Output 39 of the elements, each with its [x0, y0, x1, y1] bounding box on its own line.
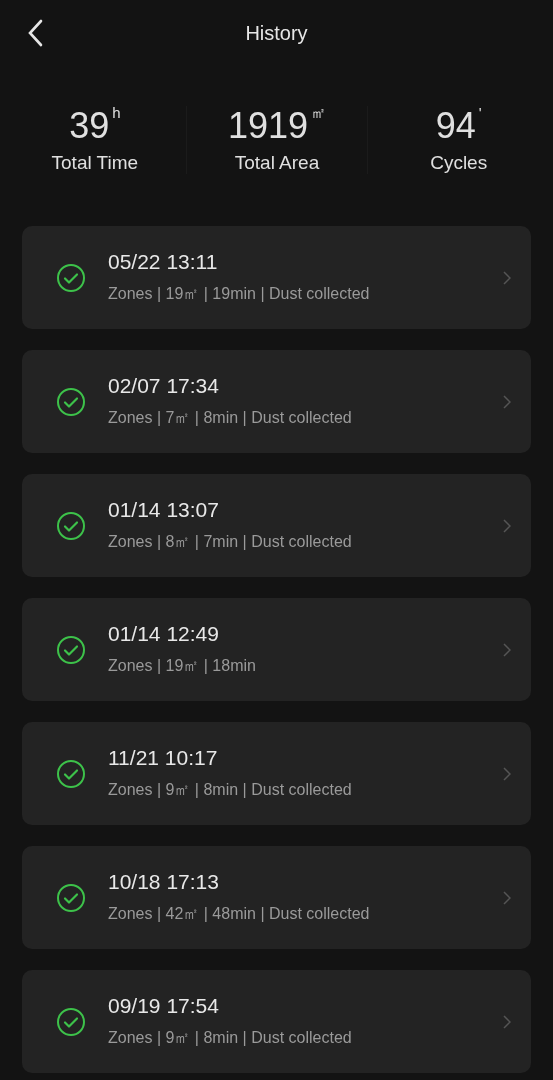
stat-label: Cycles	[430, 152, 488, 174]
record-details: Zones | 42㎡ | 48min | Dust collected	[108, 904, 371, 924]
chevron-left-icon	[27, 19, 43, 47]
record-time: 01/14 13:07	[108, 498, 220, 522]
record-details: Zones | 7㎡ | 8min | Dust collected	[108, 408, 353, 428]
history-record[interactable]: 10/18 17:13 Zones | 42㎡ | 48min | Dust collected	[22, 846, 531, 949]
record-details: Zones | 19㎡ | 18min	[108, 656, 257, 676]
record-details: Zones | 8㎡ | 7min | Dust collected	[108, 532, 353, 552]
page-title: History	[245, 21, 308, 45]
history-record[interactable]: 05/22 13:11 Zones | 19㎡ | 19min | Dust collected	[22, 226, 531, 329]
stat-unit: '	[478, 104, 482, 121]
record-time: 09/19 17:54	[108, 994, 220, 1018]
stat-label: Total Area	[234, 152, 320, 174]
chevron-right-icon	[503, 890, 511, 905]
history-record[interactable]: 02/07 17:34 Zones | 7㎡ | 8min | Dust collected	[22, 350, 531, 453]
history-record[interactable]: 01/14 12:49 Zones | 19㎡ | 18min	[22, 598, 531, 701]
record-time: 10/18 17:13	[108, 870, 220, 894]
stat-unit: ㎡	[311, 104, 327, 123]
record-time: 02/07 17:34	[108, 374, 220, 398]
chevron-right-icon	[503, 642, 511, 657]
stat-value: 1919	[227, 106, 309, 146]
record-time: 01/14 12:49	[108, 622, 220, 646]
record-details: Zones | 19㎡ | 19min | Dust collected	[108, 284, 371, 304]
stat-value: 94	[435, 106, 476, 146]
history-record[interactable]: 09/19 17:54 Zones | 9㎡ | 8min | Dust collected	[22, 970, 531, 1073]
chevron-right-icon	[503, 766, 511, 781]
history-record[interactable]: 11/21 10:17 Zones | 9㎡ | 8min | Dust collected	[22, 722, 531, 825]
chevron-right-icon	[503, 270, 511, 285]
record-time: 11/21 10:17	[108, 746, 219, 770]
history-record[interactable]: 01/14 13:07 Zones | 8㎡ | 7min | Dust collected	[22, 474, 531, 577]
stat-unit: h	[112, 104, 121, 121]
record-details: Zones | 9㎡ | 8min | Dust collected	[108, 780, 353, 800]
record-time: 05/22 13:11	[108, 250, 219, 274]
stat-label: Total Time	[51, 152, 139, 174]
chevron-right-icon	[503, 518, 511, 533]
chevron-right-icon	[503, 1014, 511, 1029]
chevron-right-icon	[503, 394, 511, 409]
record-details: Zones | 9㎡ | 8min | Dust collected	[108, 1028, 353, 1048]
stat-value: 39	[69, 106, 110, 146]
